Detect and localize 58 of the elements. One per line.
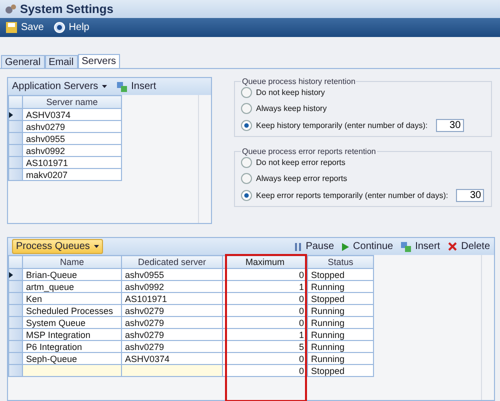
days-field[interactable]: 30 [436, 119, 464, 132]
option-label: Always keep history [256, 104, 327, 113]
table-cell: ashv0279 [122, 340, 222, 352]
insert-button[interactable]: Insert [117, 81, 156, 92]
tab[interactable]: General [1, 55, 45, 68]
table-cell: MSP Integration [22, 328, 122, 340]
continue-button[interactable]: Continue [342, 241, 394, 252]
table-cell: Stopped [308, 268, 374, 280]
help-button[interactable]: Help [54, 22, 90, 33]
table-cell: ashv0992 [122, 280, 222, 292]
tab[interactable]: Servers [78, 54, 120, 68]
option-label: Keep error reports temporarily (enter number of days): [256, 191, 448, 200]
option-label: Do not keep error reports [256, 158, 346, 167]
column-header[interactable]: Name [22, 256, 122, 268]
group-title: Queue process history retention [241, 77, 356, 86]
save-button[interactable]: Save [6, 22, 44, 33]
servers-dropdown[interactable]: Application Servers [12, 81, 108, 92]
table-cell: AS101971 [122, 292, 222, 304]
table-cell: ashv0955 [122, 268, 222, 280]
tab[interactable]: Email [44, 55, 78, 68]
table-cell: ashv0279 [22, 120, 122, 132]
table-cell: makv0207 [22, 168, 122, 180]
table-cell: Ken [22, 292, 122, 304]
table-cell: ASHV0374 [122, 352, 222, 364]
delete-button[interactable]: Delete [448, 241, 490, 252]
table-cell: ashv0992 [22, 144, 122, 156]
table-cell: Scheduled Processes [22, 304, 122, 316]
column-header[interactable]: Dedicated server [122, 256, 222, 268]
option-label: Always keep error reports [256, 174, 348, 183]
window-title: System Settings [20, 2, 114, 16]
days-field[interactable]: 30 [456, 189, 484, 202]
table-cell: Running [308, 328, 374, 340]
table-cell: ASHV0374 [22, 108, 122, 120]
table-cell: Running [308, 316, 374, 328]
pause-button[interactable]: Pause [294, 241, 334, 252]
table-cell: artm_queue [22, 280, 122, 292]
table-cell: AS101971 [22, 156, 122, 168]
table-cell: Running [308, 304, 374, 316]
group-title: Queue process error reports retention [241, 147, 377, 156]
insert-button[interactable]: Insert [401, 241, 440, 252]
option-label: Do not keep history [256, 88, 325, 97]
table-cell: Running [308, 280, 374, 292]
table-cell: Brian-Queue [22, 268, 122, 280]
column-header[interactable]: Server name [22, 96, 122, 108]
table-cell: System Queue [22, 316, 122, 328]
table-cell: Running [308, 340, 374, 352]
column-header[interactable]: Status [308, 256, 374, 268]
queues-dropdown[interactable]: Process Queues [12, 239, 103, 254]
table-cell: ashv0279 [122, 316, 222, 328]
table-cell: ashv0279 [122, 328, 222, 340]
table-cell: P6 Integration [22, 340, 122, 352]
table-cell: Stopped [308, 364, 374, 376]
table-cell: ashv0955 [22, 132, 122, 144]
table-cell: ashv0279 [122, 304, 222, 316]
table-cell: Running [308, 352, 374, 364]
table-cell: Stopped [308, 292, 374, 304]
option-label: Keep history temporarily (enter number of days): [256, 121, 428, 130]
table-cell: Seph-Queue [22, 352, 122, 364]
